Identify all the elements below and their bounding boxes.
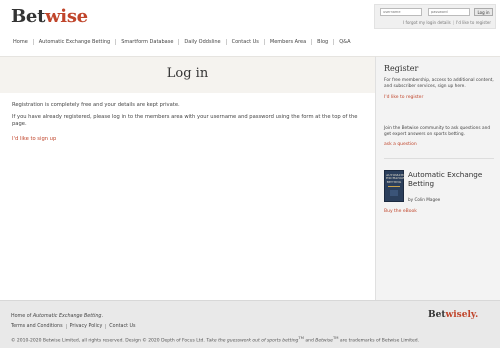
nav-item[interactable]: Blog bbox=[312, 39, 335, 45]
main-nav: Home Automatic Exchange Betting Smartform … bbox=[8, 36, 356, 48]
nav-item[interactable]: Smartform Database bbox=[116, 39, 180, 45]
login-instructions: If you have already registered, please l… bbox=[12, 113, 358, 128]
footer-links: Terms and Conditions Privacy Policy Contac… bbox=[11, 324, 139, 329]
register-text: For free membership, access to additiona… bbox=[384, 78, 494, 89]
forgot-login-link[interactable]: I forgot my login details bbox=[403, 20, 451, 25]
footer-link[interactable]: Terms and Conditions bbox=[11, 324, 67, 329]
buy-ebook-link[interactable]: Buy the eBook bbox=[384, 209, 417, 214]
footer-link[interactable]: Contact Us bbox=[106, 324, 138, 329]
password-input[interactable] bbox=[428, 8, 470, 16]
sidebar-divider bbox=[384, 158, 494, 159]
ebook-cover[interactable]: AUTOMATIC EXCHANGE BETTING bbox=[384, 170, 406, 202]
nav-item[interactable]: Daily Oddsline bbox=[179, 39, 227, 45]
ebook-author: by Colin Magee bbox=[408, 197, 441, 202]
betwise-logo[interactable]: Betwise bbox=[11, 6, 88, 27]
footer-copyright: © 2010-2020 Betwise Limited, all rights … bbox=[11, 336, 420, 344]
page-title: Log in bbox=[166, 66, 209, 81]
nav-item[interactable]: Automatic Exchange Betting bbox=[34, 39, 117, 45]
cover-panel bbox=[390, 190, 398, 196]
username-input[interactable] bbox=[380, 8, 422, 16]
register-link[interactable]: I'd like to register bbox=[456, 20, 491, 25]
sidebar-register-link[interactable]: I'd like to register bbox=[384, 95, 423, 100]
betwisely-logo[interactable]: Betwisely. bbox=[428, 310, 478, 320]
footer-tagline: Home of Automatic Exchange Betting. bbox=[11, 314, 103, 319]
nav-item[interactable]: Q&A bbox=[334, 39, 355, 45]
page-header: Log in bbox=[0, 56, 375, 93]
nav-item[interactable]: Members Area bbox=[265, 39, 313, 45]
ebook-title[interactable]: Automatic Exchange Betting bbox=[408, 170, 498, 188]
cover-line: BETTING bbox=[386, 179, 402, 184]
community-text: Join the Betwise community to ask questi… bbox=[384, 126, 491, 137]
registration-note: Registration is completely free and your… bbox=[12, 102, 180, 108]
login-box: Log in I forgot my login details|I'd lik… bbox=[374, 4, 496, 29]
login-button[interactable]: Log in bbox=[474, 8, 493, 16]
register-heading: Register bbox=[384, 64, 419, 73]
nav-item[interactable]: Contact Us bbox=[227, 39, 265, 45]
footer: Home of Automatic Exchange Betting. Term… bbox=[0, 300, 500, 348]
signup-link[interactable]: I'd like to sign up bbox=[12, 136, 56, 144]
main-content: Registration is completely free and your… bbox=[12, 102, 362, 143]
nav-item[interactable]: Home bbox=[8, 39, 34, 45]
login-links: I forgot my login details | I'd like to re… bbox=[403, 20, 491, 25]
cover-rule bbox=[388, 186, 400, 187]
footer-link[interactable]: Privacy Policy bbox=[67, 324, 107, 329]
sidebar: Register For free membership, access to … bbox=[375, 56, 500, 300]
ask-question-link[interactable]: ask a question bbox=[384, 142, 417, 147]
